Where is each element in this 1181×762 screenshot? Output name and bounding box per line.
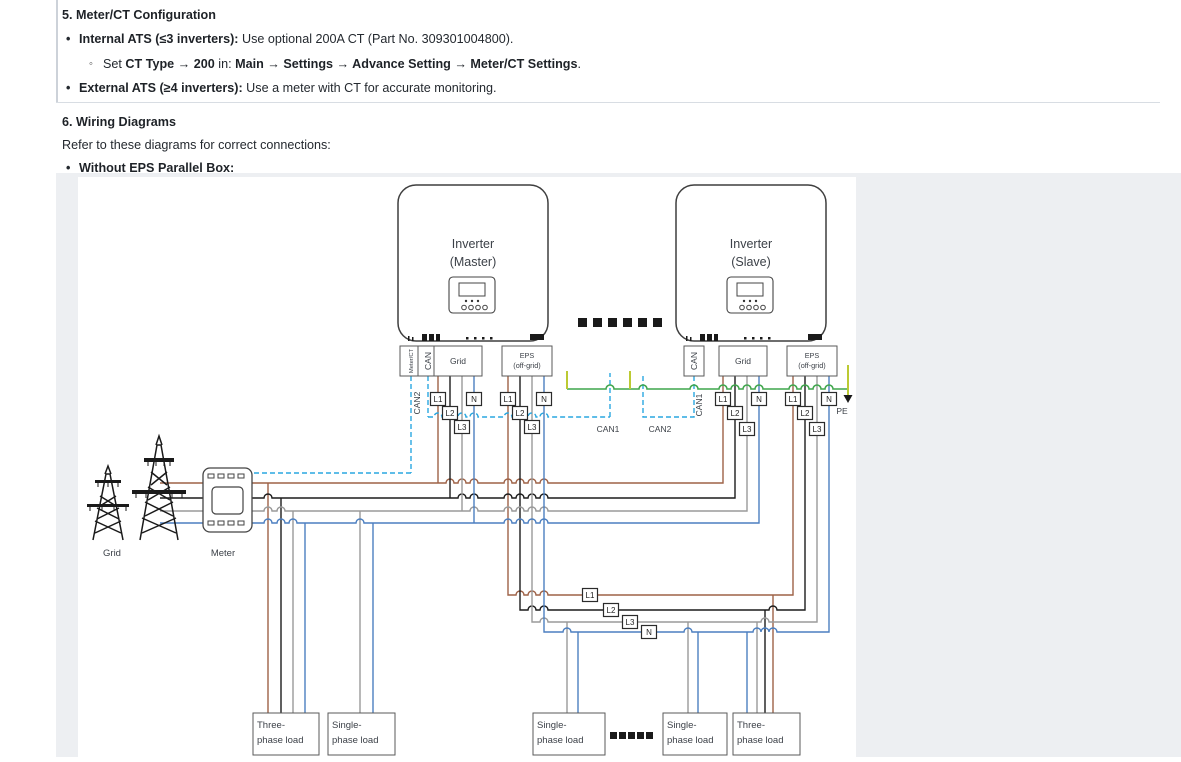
can1-label: CAN1 (597, 424, 620, 434)
bus-l3-gray (160, 376, 817, 713)
grid-caption: Grid (103, 548, 121, 559)
phase-labels: L1 L2 L3 N L1 L2 L3 N L1 L2 L3 N L1 L2 L… (431, 393, 837, 639)
can2-vertical-label: CAN2 (412, 391, 422, 414)
load-label-2: phase load (537, 735, 583, 746)
label-l3: L3 (528, 423, 537, 432)
inverter-master-label-2: (Master) (450, 255, 497, 269)
label-n: N (471, 395, 477, 404)
sub-end: . (577, 57, 581, 71)
inverter-slave-display (727, 277, 773, 313)
wiring-diagram: Inverter (Master) Inverter (Slave) (78, 177, 856, 757)
load-single-phase-left: Single- phase load (328, 713, 395, 755)
bullet-external-ats-bold: External ATS (≥4 inverters): (79, 81, 243, 95)
bullet-external-ats: External ATS (≥4 inverters): Use a meter… (79, 80, 497, 97)
sub-mid: in: (215, 57, 235, 71)
pe-arrow-icon (844, 395, 853, 403)
can1-vertical-label: CAN1 (694, 393, 704, 416)
label-l2: L2 (446, 409, 455, 418)
load-label-1: Three- (257, 720, 285, 731)
bullet-external-ats-rest: Use a meter with CT for accurate monitor… (243, 81, 497, 95)
port-grid: Grid (735, 356, 751, 366)
can2-label: CAN2 (649, 424, 672, 434)
pe-label: PE (836, 406, 848, 416)
meter-caption: Meter (211, 548, 235, 559)
label-l3: L3 (813, 425, 822, 434)
meter-ct-line (252, 376, 411, 473)
bullet-internal-ats-bold: Internal ATS (≤3 inverters): (79, 32, 238, 46)
load-label-1: Three- (737, 720, 765, 731)
bullet-internal-ats-rest: Use optional 200A CT (Part No. 309301004… (238, 32, 513, 46)
load-three-phase-left: Three- phase load (253, 713, 319, 755)
port-meter-ct: Meter/CT (409, 348, 415, 373)
label-n: N (646, 628, 652, 637)
port-eps-1: EPS (520, 351, 535, 360)
meter-icon (203, 468, 252, 532)
port-can: CAN (423, 352, 433, 370)
port-can: CAN (689, 352, 699, 370)
section5-heading: 5. Meter/CT Configuration (62, 7, 216, 24)
label-l1: L1 (434, 395, 443, 404)
more-loads-dots (610, 732, 653, 739)
section-left-border (56, 0, 58, 102)
label-l3: L3 (626, 618, 635, 627)
port-grid: Grid (450, 356, 466, 366)
inverter-master-display (449, 277, 495, 313)
grid-towers-icon (87, 436, 186, 540)
label-l1: L1 (789, 395, 798, 404)
load-label-2: phase load (332, 735, 378, 746)
diagram-image: Inverter (Master) Inverter (Slave) (78, 177, 856, 757)
label-l2: L2 (516, 409, 525, 418)
bus-n-blue (160, 376, 829, 713)
label-l1: L1 (719, 395, 728, 404)
label-l3: L3 (743, 425, 752, 434)
label-n: N (756, 395, 762, 404)
load-label-2: phase load (257, 735, 303, 746)
load-single-phase-mid2: Single- phase load (663, 713, 727, 755)
label-l2: L2 (607, 606, 616, 615)
load-single-phase-mid1: Single- phase load (533, 713, 605, 755)
load-label-2: phase load (737, 735, 783, 746)
load-three-phase-right: Three- phase load (733, 713, 800, 755)
inverter-slave: Inverter (Slave) (676, 185, 826, 341)
port-eps-2: (off-grid) (798, 361, 825, 370)
can1-line (643, 373, 694, 417)
section6-intro: Refer to these diagrams for correct conn… (62, 137, 331, 154)
master-ports: Meter/CT CAN Grid EPS (off-grid) (400, 346, 552, 376)
port-eps-1: EPS (805, 351, 820, 360)
port-eps-2: (off-grid) (513, 361, 540, 370)
label-l1: L1 (504, 395, 513, 404)
sub-bold2: Main → Settings → Advance Setting → Mete… (235, 57, 577, 71)
bus-l2-black (160, 376, 805, 713)
label-l1: L1 (586, 591, 595, 600)
load-label-1: Single- (332, 720, 362, 731)
sub-bold1: CT Type → 200 (125, 57, 214, 71)
inverter-slave-label-1: Inverter (730, 237, 772, 251)
slave-ports: CAN Grid EPS (off-grid) (684, 346, 837, 376)
section-divider (56, 102, 1160, 103)
load-label-1: Single- (667, 720, 697, 731)
load-label-1: Single- (537, 720, 567, 731)
label-l2: L2 (731, 409, 740, 418)
load-label-2: phase load (667, 735, 713, 746)
section6-heading: 6. Wiring Diagrams (62, 114, 176, 131)
label-n: N (541, 395, 547, 404)
can-comm-lines (252, 373, 694, 473)
sub-pre: Set (103, 57, 125, 71)
inverter-slave-label-2: (Slave) (731, 255, 771, 269)
inverter-master: Inverter (Master) (398, 185, 548, 341)
label-n: N (826, 395, 832, 404)
label-l2: L2 (801, 409, 810, 418)
inverter-master-label-1: Inverter (452, 237, 494, 251)
bullet-internal-ats: Internal ATS (≤3 inverters): Use optiona… (79, 31, 513, 48)
subbullet-ct-type: Set CT Type → 200 in: Main → Settings → … (103, 56, 581, 73)
label-l3: L3 (458, 423, 467, 432)
more-inverters-dots (578, 318, 662, 327)
